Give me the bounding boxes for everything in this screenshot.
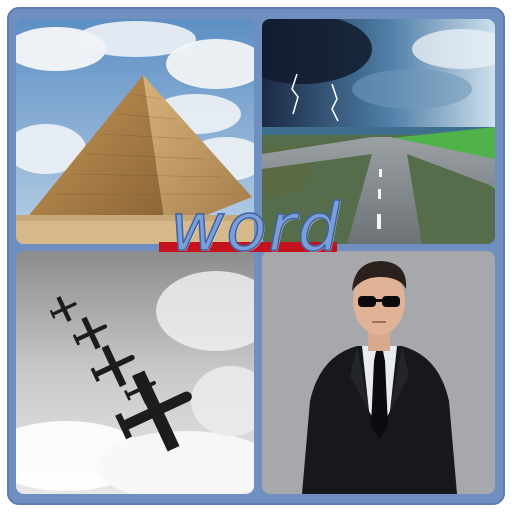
puzzle-word: word xyxy=(170,189,342,266)
man-in-suit-image xyxy=(262,251,495,494)
bomber-planes-picture[interactable] xyxy=(16,251,254,494)
bomber-planes-image xyxy=(16,251,254,494)
puzzle-board: word xyxy=(7,7,505,505)
man-in-suit-picture[interactable] xyxy=(262,251,495,494)
